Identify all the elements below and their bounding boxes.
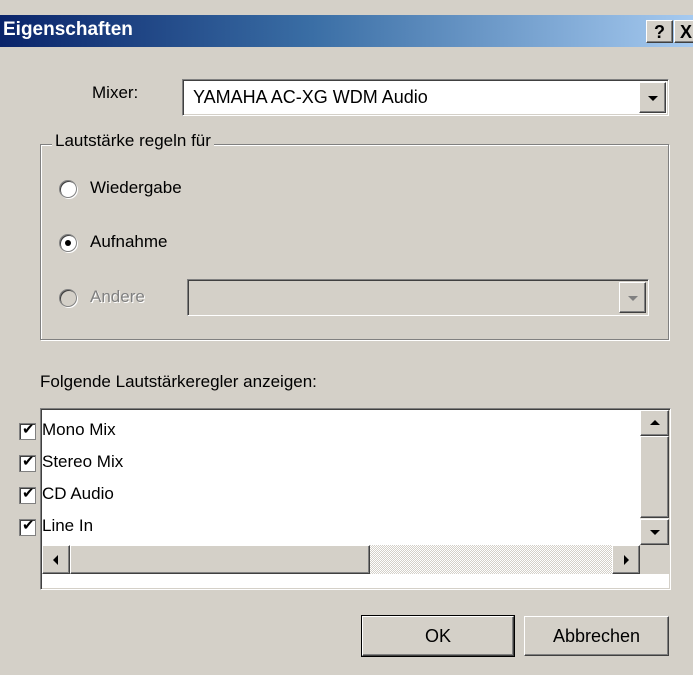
close-button[interactable]: X [674,20,693,43]
mixer-select[interactable]: YAMAHA AC-XG WDM Audio [182,79,669,116]
chevron-down-icon [627,295,638,301]
cancel-button[interactable]: Abbrechen [524,616,669,656]
scroll-up-button[interactable] [640,410,669,436]
mixer-label: Mixer: [92,83,139,102]
mixer-dropdown-button[interactable] [639,82,666,113]
mixer-value: YAMAHA AC-XG WDM Audio [193,87,428,107]
radio-button[interactable] [59,180,77,198]
radio-button[interactable] [59,234,77,252]
radio-button [59,289,77,307]
radio-other-label: Andere [90,287,145,306]
arrow-left-icon [53,554,58,565]
arrow-right-icon [624,554,629,565]
arrow-down-icon [649,530,660,535]
check-icon: ✔ [22,485,35,502]
checkbox[interactable]: ✔ [19,453,36,472]
arrow-up-icon [649,420,660,425]
check-icon: ✔ [22,453,35,470]
ok-button[interactable]: OK [361,615,515,657]
checkbox[interactable]: ✔ [19,485,36,504]
checkbox[interactable]: ✔ [19,421,36,440]
help-button[interactable]: ? [646,20,673,43]
vertical-scrollbar[interactable] [640,410,669,545]
other-device-dropdown-button [619,282,646,313]
radio-selected-dot [65,240,71,246]
vertical-scroll-thumb[interactable] [640,436,669,518]
radio-playback-label: Wiedergabe [90,178,182,197]
properties-dialog: Eigenschaften ? X Mixer: YAMAHA AC-XG WD… [0,0,693,675]
title-bar: Eigenschaften ? X [0,15,693,47]
other-device-select [187,279,649,316]
list-item-label: Line In [42,516,94,535]
controls-list-caption: Folgende Lautstärkeregler anzeigen: [40,372,317,391]
horizontal-scrollbar[interactable] [42,545,640,574]
scroll-right-button[interactable] [612,545,640,574]
window-title: Eigenschaften [3,19,133,40]
volume-group-legend: Lautstärke regeln für [52,131,214,151]
scroll-corner [640,545,669,574]
radio-recording-label: Aufnahme [90,232,168,251]
checkbox[interactable]: ✔ [19,517,36,536]
scroll-left-button[interactable] [42,545,70,574]
chevron-down-icon [647,95,658,101]
list-item-label: Mono Mix [42,420,116,439]
horizontal-scroll-thumb[interactable] [70,545,370,574]
list-item-label: Stereo Mix [42,452,124,471]
check-icon: ✔ [22,517,35,534]
scroll-down-button[interactable] [640,519,669,545]
check-icon: ✔ [22,421,35,438]
list-item-label: CD Audio [42,484,114,503]
